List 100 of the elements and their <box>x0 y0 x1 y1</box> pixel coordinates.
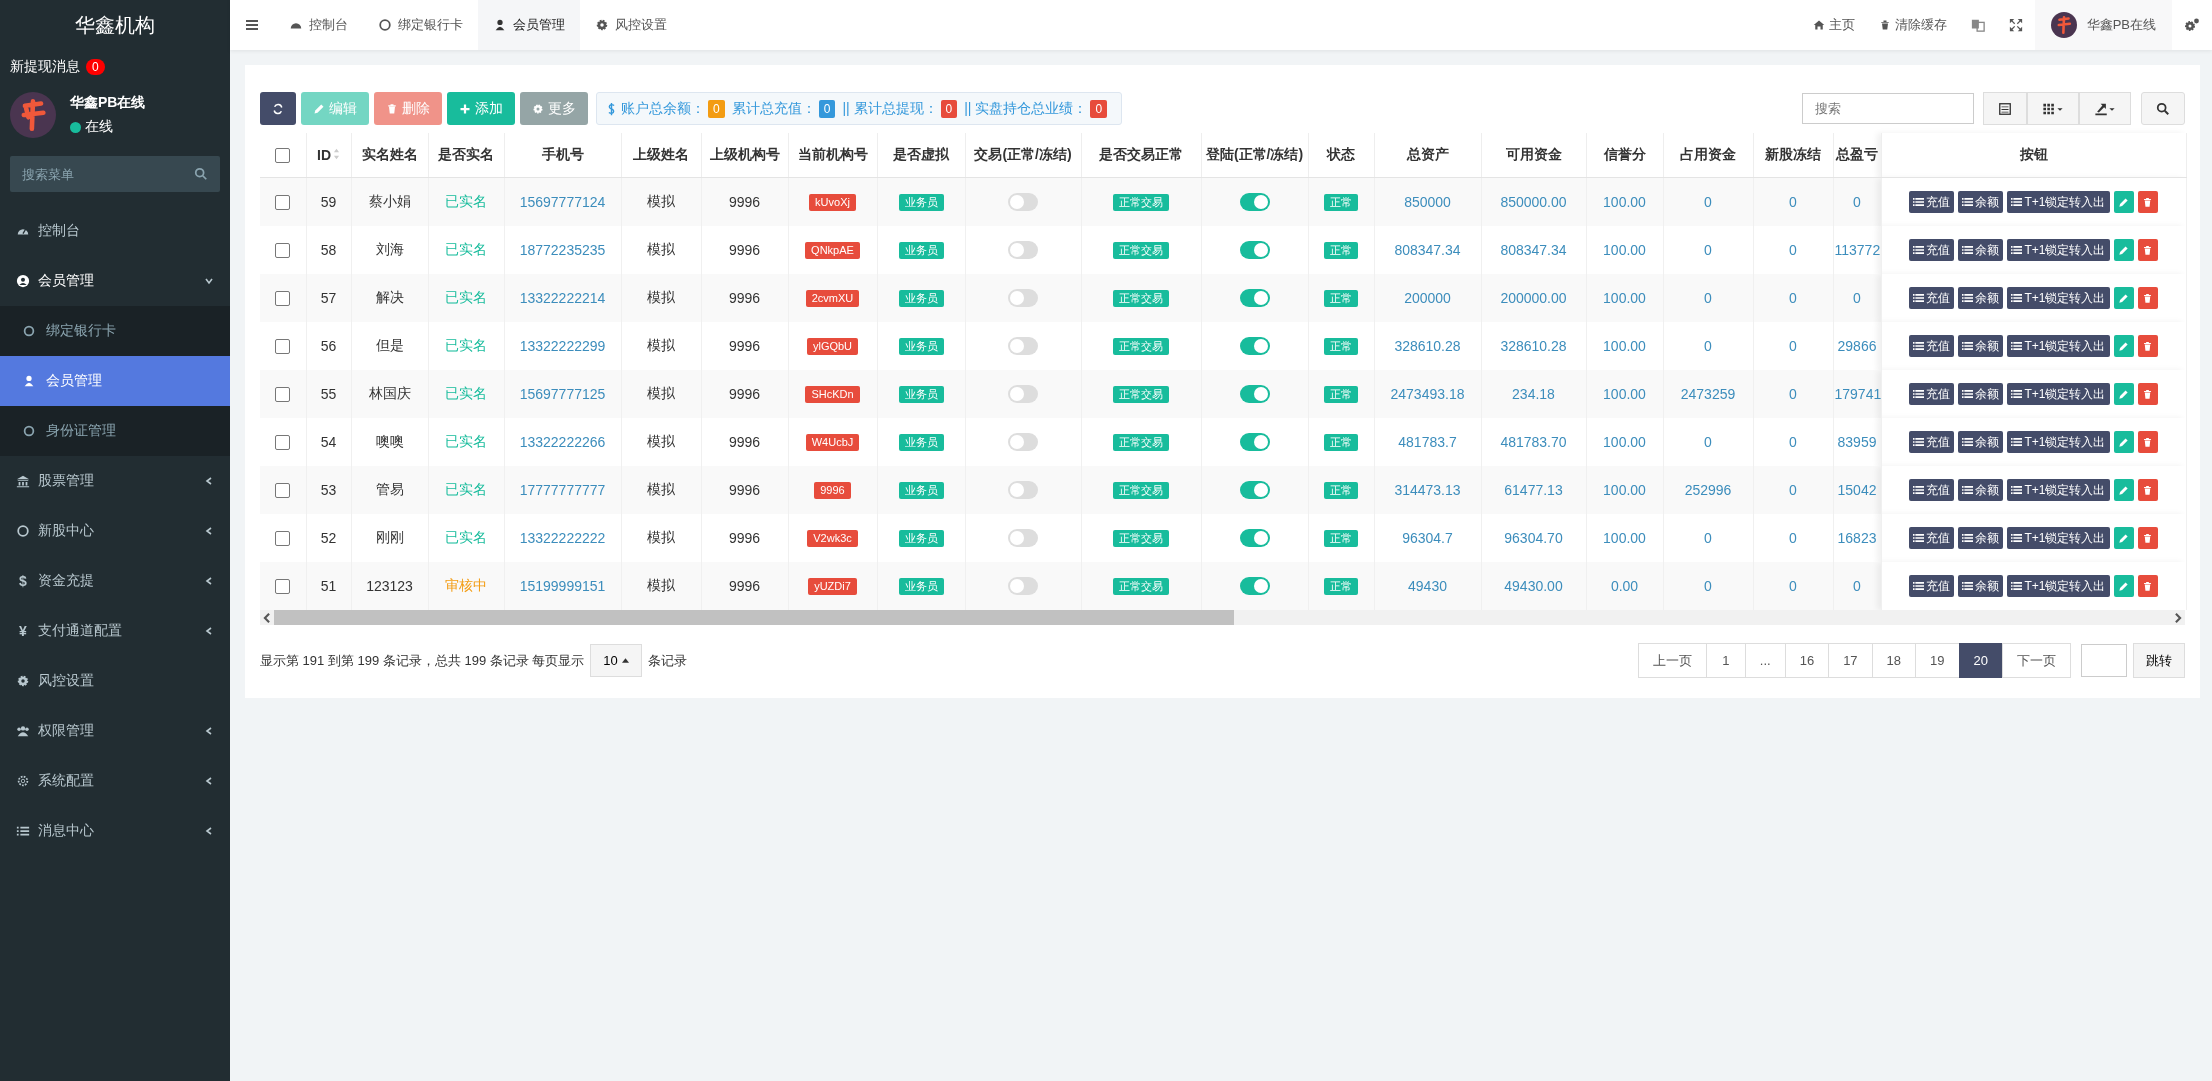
menu-search-field[interactable]: 搜索菜单 <box>10 156 220 192</box>
action-button[interactable]: 余额 <box>1958 527 2004 549</box>
page-button[interactable]: 20 <box>1958 643 2003 678</box>
row-checkbox[interactable] <box>275 579 291 595</box>
delete-button[interactable] <box>2137 431 2158 453</box>
page-button[interactable]: 17 <box>1828 643 1873 678</box>
page-size-dropdown[interactable]: 10 <box>590 644 642 677</box>
action-button[interactable]: 充值 <box>1909 383 1955 405</box>
menu-item[interactable]: 控制台 <box>0 206 230 256</box>
columns-button[interactable] <box>2027 92 2079 125</box>
menu-item[interactable]: 消息中心 <box>0 806 230 856</box>
top-link[interactable]: 主页 <box>1800 16 1867 34</box>
nav-tab[interactable]: 风控设置 <box>580 0 682 50</box>
jump-button[interactable]: 跳转 <box>2133 643 2185 678</box>
menu-item[interactable]: 会员管理 <box>0 256 230 306</box>
page-jump-field[interactable] <box>2081 644 2127 677</box>
edit-button[interactable] <box>2113 383 2134 405</box>
action-button[interactable]: 余额 <box>1958 191 2004 213</box>
delete-button[interactable] <box>2137 287 2158 309</box>
row-checkbox[interactable] <box>275 387 291 403</box>
delete-button[interactable] <box>2137 479 2158 501</box>
action-button[interactable]: T+1锁定转入出 <box>2007 527 2110 549</box>
trade-toggle[interactable] <box>1008 337 1038 356</box>
row-checkbox[interactable] <box>275 195 291 211</box>
login-toggle[interactable] <box>1239 385 1270 404</box>
edit-button[interactable] <box>2113 527 2134 549</box>
menu-item[interactable]: 风控设置 <box>0 656 230 706</box>
user-menu[interactable]: 华鑫PB在线 <box>2034 0 2172 50</box>
login-toggle[interactable] <box>1239 529 1270 548</box>
trade-toggle[interactable] <box>1008 241 1038 260</box>
submenu-item[interactable]: 身份证管理 <box>0 406 230 456</box>
action-button[interactable]: 余额 <box>1958 383 2004 405</box>
action-button[interactable]: 充值 <box>1909 431 1955 453</box>
page-button[interactable]: 1 <box>1705 643 1746 678</box>
page-button[interactable]: 19 <box>1915 643 1960 678</box>
edit-button[interactable] <box>2113 239 2134 261</box>
delete-button[interactable] <box>2137 335 2158 357</box>
trade-toggle[interactable] <box>1008 385 1038 404</box>
edit-button[interactable] <box>2113 479 2134 501</box>
trade-toggle[interactable] <box>1008 193 1038 212</box>
menu-item[interactable]: 系统配置 <box>0 756 230 806</box>
action-button[interactable]: T+1锁定转入出 <box>2007 383 2110 405</box>
edit-button[interactable] <box>2113 335 2134 357</box>
menu-item[interactable]: 权限管理 <box>0 706 230 756</box>
row-checkbox[interactable] <box>275 291 291 307</box>
edit-button[interactable] <box>2113 431 2134 453</box>
submenu-item[interactable]: 绑定银行卡 <box>0 306 230 356</box>
trade-toggle[interactable] <box>1008 433 1038 452</box>
action-button[interactable]: 充值 <box>1909 575 1955 597</box>
delete-button[interactable] <box>2137 239 2158 261</box>
top-link[interactable]: 清除缓存 <box>1866 16 1959 34</box>
action-button[interactable]: 充值 <box>1909 479 1955 501</box>
trade-toggle[interactable] <box>1008 289 1038 308</box>
settings-icon[interactable] <box>2184 17 2200 33</box>
action-button[interactable]: 充值 <box>1909 335 1955 357</box>
login-toggle[interactable] <box>1239 289 1270 308</box>
action-button[interactable]: T+1锁定转入出 <box>2007 335 2110 357</box>
edit-button[interactable] <box>2113 575 2134 597</box>
nav-tab[interactable]: 绑定银行卡 <box>363 0 478 50</box>
action-button[interactable]: 余额 <box>1958 335 2004 357</box>
action-button[interactable]: T+1锁定转入出 <box>2007 479 2110 501</box>
delete-button[interactable] <box>2137 383 2158 405</box>
menu-item[interactable]: $ 资金充提 <box>0 556 230 606</box>
action-button[interactable]: 充值 <box>1909 239 1955 261</box>
action-button[interactable]: T+1锁定转入出 <box>2007 191 2110 213</box>
action-button[interactable]: 充值 <box>1909 191 1955 213</box>
action-button[interactable]: 余额 <box>1958 431 2004 453</box>
action-button[interactable]: 余额 <box>1958 287 2004 309</box>
delete-button[interactable] <box>2137 191 2158 213</box>
page-button[interactable]: 16 <box>1784 643 1830 678</box>
row-checkbox[interactable] <box>275 243 291 259</box>
menu-item[interactable]: 新股中心 <box>0 506 230 556</box>
delete-button[interactable] <box>2137 527 2158 549</box>
trade-toggle[interactable] <box>1008 529 1038 548</box>
action-button[interactable]: T+1锁定转入出 <box>2007 287 2110 309</box>
action-button[interactable]: T+1锁定转入出 <box>2007 431 2110 453</box>
trade-toggle[interactable] <box>1008 577 1038 596</box>
login-toggle[interactable] <box>1239 433 1270 452</box>
row-checkbox[interactable] <box>275 435 291 451</box>
delete-button[interactable] <box>2137 575 2158 597</box>
action-button[interactable]: 充值 <box>1909 527 1955 549</box>
action-button[interactable]: 余额 <box>1958 479 2004 501</box>
row-checkbox[interactable] <box>275 483 291 499</box>
action-button[interactable]: 充值 <box>1909 287 1955 309</box>
menu-icon[interactable] <box>244 17 260 33</box>
nav-tab[interactable]: 控制台 <box>274 0 363 50</box>
submenu-item[interactable]: 会员管理 <box>0 356 230 406</box>
action-button[interactable]: T+1锁定转入出 <box>2007 575 2110 597</box>
action-button[interactable]: 余额 <box>1958 575 2004 597</box>
refresh-button[interactable] <box>260 92 296 125</box>
trade-toggle[interactable] <box>1008 481 1038 500</box>
edit-button[interactable] <box>2113 191 2134 213</box>
menu-item[interactable]: 股票管理 <box>0 456 230 506</box>
login-toggle[interactable] <box>1239 241 1270 260</box>
menu-item[interactable]: ¥ 支付通道配置 <box>0 606 230 656</box>
login-toggle[interactable] <box>1239 481 1270 500</box>
action-button[interactable]: 余额 <box>1958 239 2004 261</box>
nav-tab[interactable]: 会员管理 <box>478 0 580 50</box>
page-button[interactable]: 下一页 <box>2002 643 2071 678</box>
page-button[interactable]: 18 <box>1871 643 1917 678</box>
